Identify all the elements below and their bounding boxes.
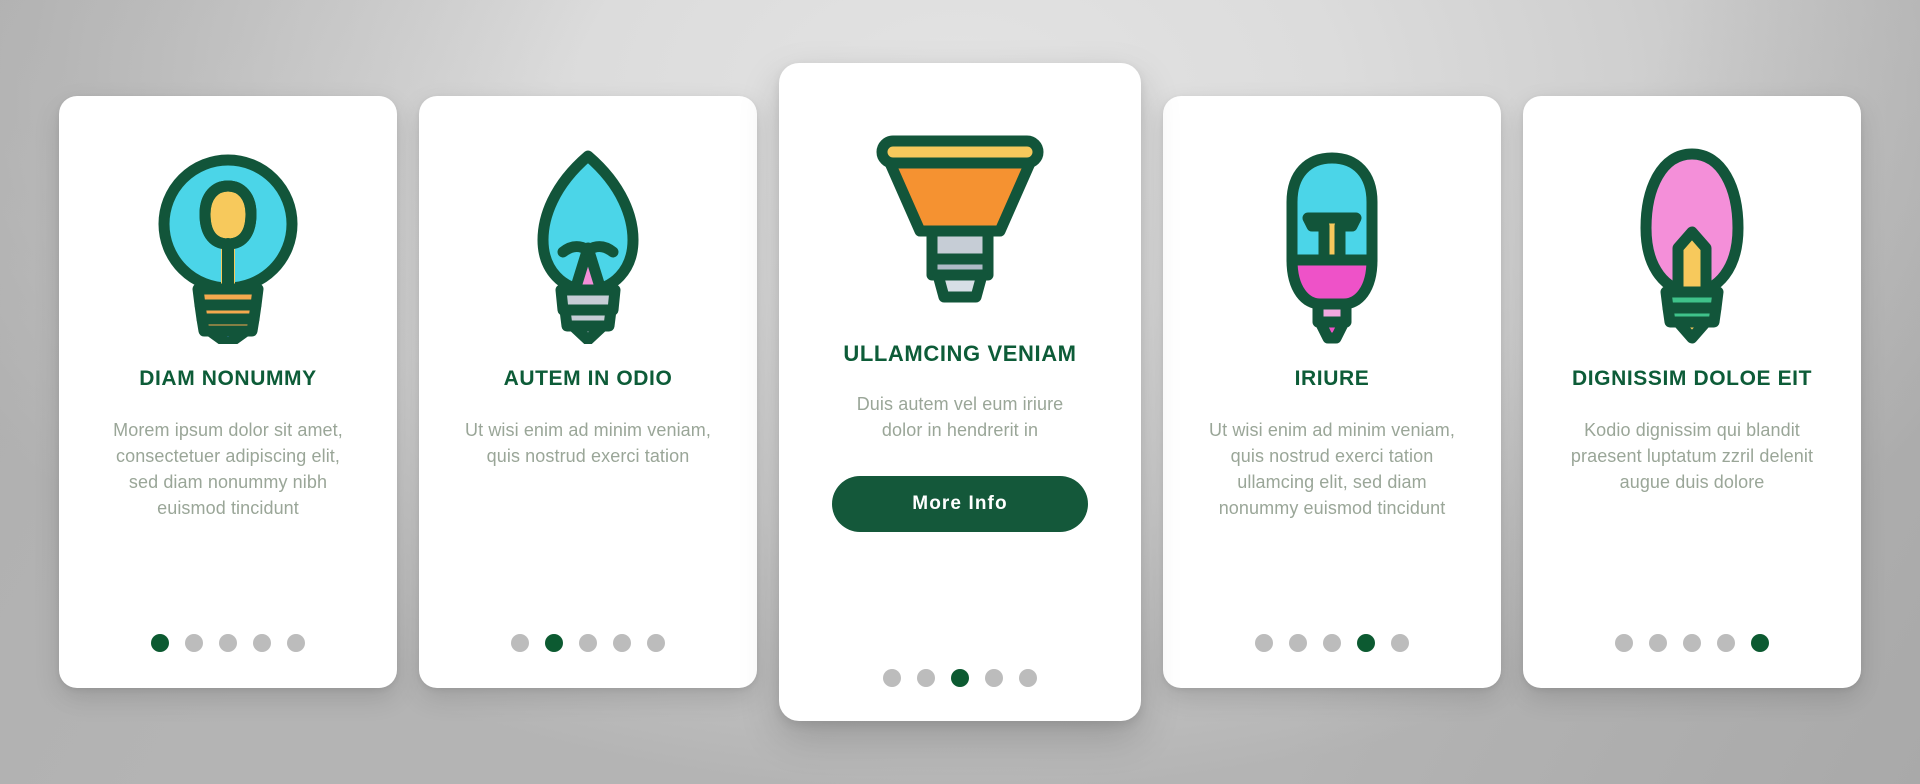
more-info-button[interactable]: More Info	[832, 475, 1088, 532]
pagination-dot[interactable]	[253, 634, 271, 652]
spotlight-bulb-icon	[805, 101, 1115, 337]
pagination-dot[interactable]	[613, 634, 631, 652]
onboarding-card-3[interactable]: Ullamcing Veniam Duis autem vel eum iriu…	[779, 63, 1141, 721]
onboarding-card-carousel: Diam Nonummy Morem ipsum dolor sit amet,…	[0, 0, 1920, 784]
pagination-dot[interactable]	[1615, 634, 1633, 652]
pagination-dot-active[interactable]	[1751, 634, 1769, 652]
pagination-dots[interactable]	[779, 669, 1141, 687]
card-body: Ut wisi enim ad minim veniam, quis nostr…	[465, 420, 711, 467]
pagination-dot[interactable]	[917, 669, 935, 687]
pagination-dot[interactable]	[1391, 634, 1409, 652]
pagination-dot[interactable]	[1255, 634, 1273, 652]
card-title: Ullamcing Veniam	[843, 341, 1077, 366]
pagination-dot[interactable]	[883, 669, 901, 687]
pagination-dot[interactable]	[185, 634, 203, 652]
pagination-dot-active[interactable]	[1357, 634, 1375, 652]
card-body: Duis autem vel eum iriure dolor in hendr…	[856, 394, 1064, 441]
pagination-dot[interactable]	[1323, 634, 1341, 652]
pagination-dots[interactable]	[419, 634, 757, 652]
card-body: Kodio dignissim qui blandit praesent lup…	[1570, 420, 1814, 493]
pagination-dot[interactable]	[511, 634, 529, 652]
pagination-dot-active[interactable]	[951, 669, 969, 687]
onboarding-card-2[interactable]: Autem In Odio Ut wisi enim ad minim veni…	[419, 96, 757, 688]
pagination-dot[interactable]	[1683, 634, 1701, 652]
tube-lightbulb-icon	[1189, 130, 1475, 362]
pagination-dot-active[interactable]	[151, 634, 169, 652]
pagination-dot[interactable]	[1649, 634, 1667, 652]
pagination-dot[interactable]	[579, 634, 597, 652]
pagination-dot[interactable]	[1289, 634, 1307, 652]
card-body: Morem ipsum dolor sit amet, consectetuer…	[113, 420, 343, 519]
pagination-dot[interactable]	[287, 634, 305, 652]
onboarding-card-5[interactable]: Dignissim Doloe Eit Kodio dignissim qui …	[1523, 96, 1861, 688]
oval-lightbulb-icon	[1549, 130, 1835, 362]
pagination-dots[interactable]	[59, 634, 397, 652]
pagination-dot[interactable]	[219, 634, 237, 652]
flame-lightbulb-icon	[445, 130, 731, 362]
card-title: Dignissim Doloe Eit	[1571, 367, 1813, 390]
card-title: Iriure	[1294, 367, 1370, 390]
card-title: Diam Nonummy	[139, 367, 317, 390]
pagination-dot[interactable]	[647, 634, 665, 652]
onboarding-card-1[interactable]: Diam Nonummy Morem ipsum dolor sit amet,…	[59, 96, 397, 688]
card-title: Autem In Odio	[503, 367, 673, 390]
card-body: Ut wisi enim ad minim veniam, quis nostr…	[1209, 420, 1455, 519]
pagination-dots[interactable]	[1163, 634, 1501, 652]
pagination-dot-active[interactable]	[545, 634, 563, 652]
pagination-dot[interactable]	[985, 669, 1003, 687]
pagination-dot[interactable]	[1717, 634, 1735, 652]
round-lightbulb-icon	[85, 130, 371, 362]
onboarding-card-4[interactable]: Iriure Ut wisi enim ad minim veniam, qui…	[1163, 96, 1501, 688]
pagination-dot[interactable]	[1019, 669, 1037, 687]
pagination-dots[interactable]	[1523, 634, 1861, 652]
